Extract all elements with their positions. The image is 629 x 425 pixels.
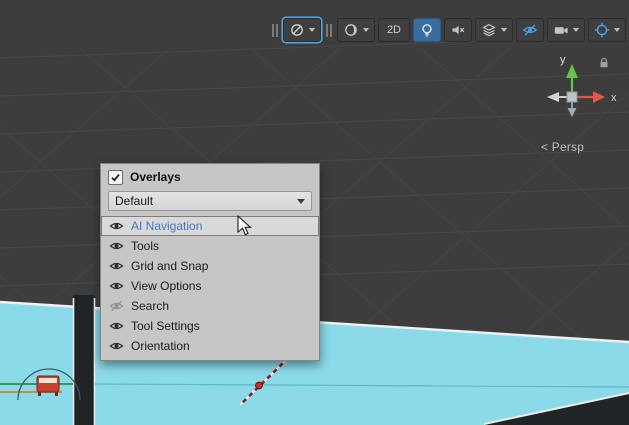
overlay-item-tools[interactable]: Tools [101, 236, 319, 256]
overlay-item-orientation[interactable]: Orientation [101, 336, 319, 356]
axis-x-label: x [611, 92, 617, 104]
view-2d-label: 2D [384, 24, 404, 36]
projection-mode-text: Persp [552, 140, 584, 154]
camera-settings-button[interactable] [547, 18, 585, 42]
overlay-menu-icon [289, 22, 305, 38]
axis-x-cone [593, 91, 605, 103]
overlay-item-label: Grid and Snap [131, 259, 208, 273]
eye-icon[interactable] [109, 260, 124, 272]
overlays-header: Overlays [101, 164, 319, 188]
overlays-panel: Overlays Default AI Navigation Tools Gri… [100, 163, 320, 361]
overlay-menu-button[interactable] [283, 18, 321, 42]
axis-y-cone [566, 64, 578, 78]
overlays-title: Overlays [130, 170, 181, 184]
eye-off-icon[interactable] [109, 300, 124, 312]
draw-mode-button[interactable] [337, 18, 375, 42]
overlay-item-label: Tool Settings [131, 319, 200, 333]
wall [73, 295, 95, 425]
overlay-item-grid-and-snap[interactable]: Grid and Snap [101, 256, 319, 276]
chevron-down-icon [309, 28, 315, 32]
overlay-item-label: AI Navigation [131, 219, 202, 233]
crosshair-icon [594, 22, 610, 38]
audio-toggle-button[interactable] [444, 18, 472, 42]
chevron-down-icon [614, 28, 620, 32]
shaded-sphere-icon [343, 22, 359, 38]
light-bulb-icon [419, 22, 435, 38]
mouse-cursor [237, 215, 253, 237]
scene-toolbar: 2D [270, 18, 626, 42]
axis-neg-x-cone [547, 92, 559, 102]
eye-icon[interactable] [109, 220, 124, 232]
overlay-preset-value: Default [115, 194, 153, 208]
eye-icon[interactable] [109, 280, 124, 292]
collapse-gizmo-glyph[interactable]: < [541, 140, 548, 154]
chevron-down-icon [297, 199, 305, 204]
overlay-item-label: Orientation [131, 339, 190, 353]
scene-visibility-button[interactable] [516, 18, 544, 42]
overlay-item-label: Tools [131, 239, 159, 253]
gizmo-center-cube [567, 92, 577, 102]
overlays-enabled-checkbox[interactable] [108, 170, 123, 185]
toolbar-drag-handle[interactable] [272, 24, 278, 37]
axis-neg-y-cone [568, 108, 577, 117]
overlay-item-tool-settings[interactable]: Tool Settings [101, 316, 319, 336]
scene-lighting-button[interactable] [413, 18, 441, 42]
lock-icon[interactable] [598, 57, 611, 69]
overlay-item-label: View Options [131, 279, 201, 293]
path-endpoint [256, 382, 263, 389]
eye-icon[interactable] [109, 320, 124, 332]
eye-icon[interactable] [109, 340, 124, 352]
orientation-gizmo[interactable]: y x [533, 50, 625, 130]
axis-y-label: y [560, 54, 566, 66]
gizmos-button[interactable] [588, 18, 626, 42]
chevron-down-icon [501, 28, 507, 32]
chevron-down-icon [363, 28, 369, 32]
view-2d-button[interactable]: 2D [378, 18, 410, 42]
camera-icon [553, 22, 569, 38]
eye-icon[interactable] [109, 240, 124, 252]
toolbar-drag-handle[interactable] [326, 24, 332, 37]
effects-button[interactable] [475, 18, 513, 42]
effects-layers-icon [481, 22, 497, 38]
unity-scene-view[interactable]: 2D [0, 0, 629, 425]
audio-mute-icon [450, 22, 466, 38]
overlay-item-view-options[interactable]: View Options [101, 276, 319, 296]
overlay-item-label: Search [131, 299, 169, 313]
projection-label[interactable]: < Persp [541, 140, 584, 154]
chevron-down-icon [573, 28, 579, 32]
eye-slash-icon [522, 22, 538, 38]
overlay-item-ai-navigation[interactable]: AI Navigation [101, 216, 319, 236]
overlay-preset-dropdown[interactable]: Default [108, 191, 312, 211]
overlay-item-search[interactable]: Search [101, 296, 319, 316]
